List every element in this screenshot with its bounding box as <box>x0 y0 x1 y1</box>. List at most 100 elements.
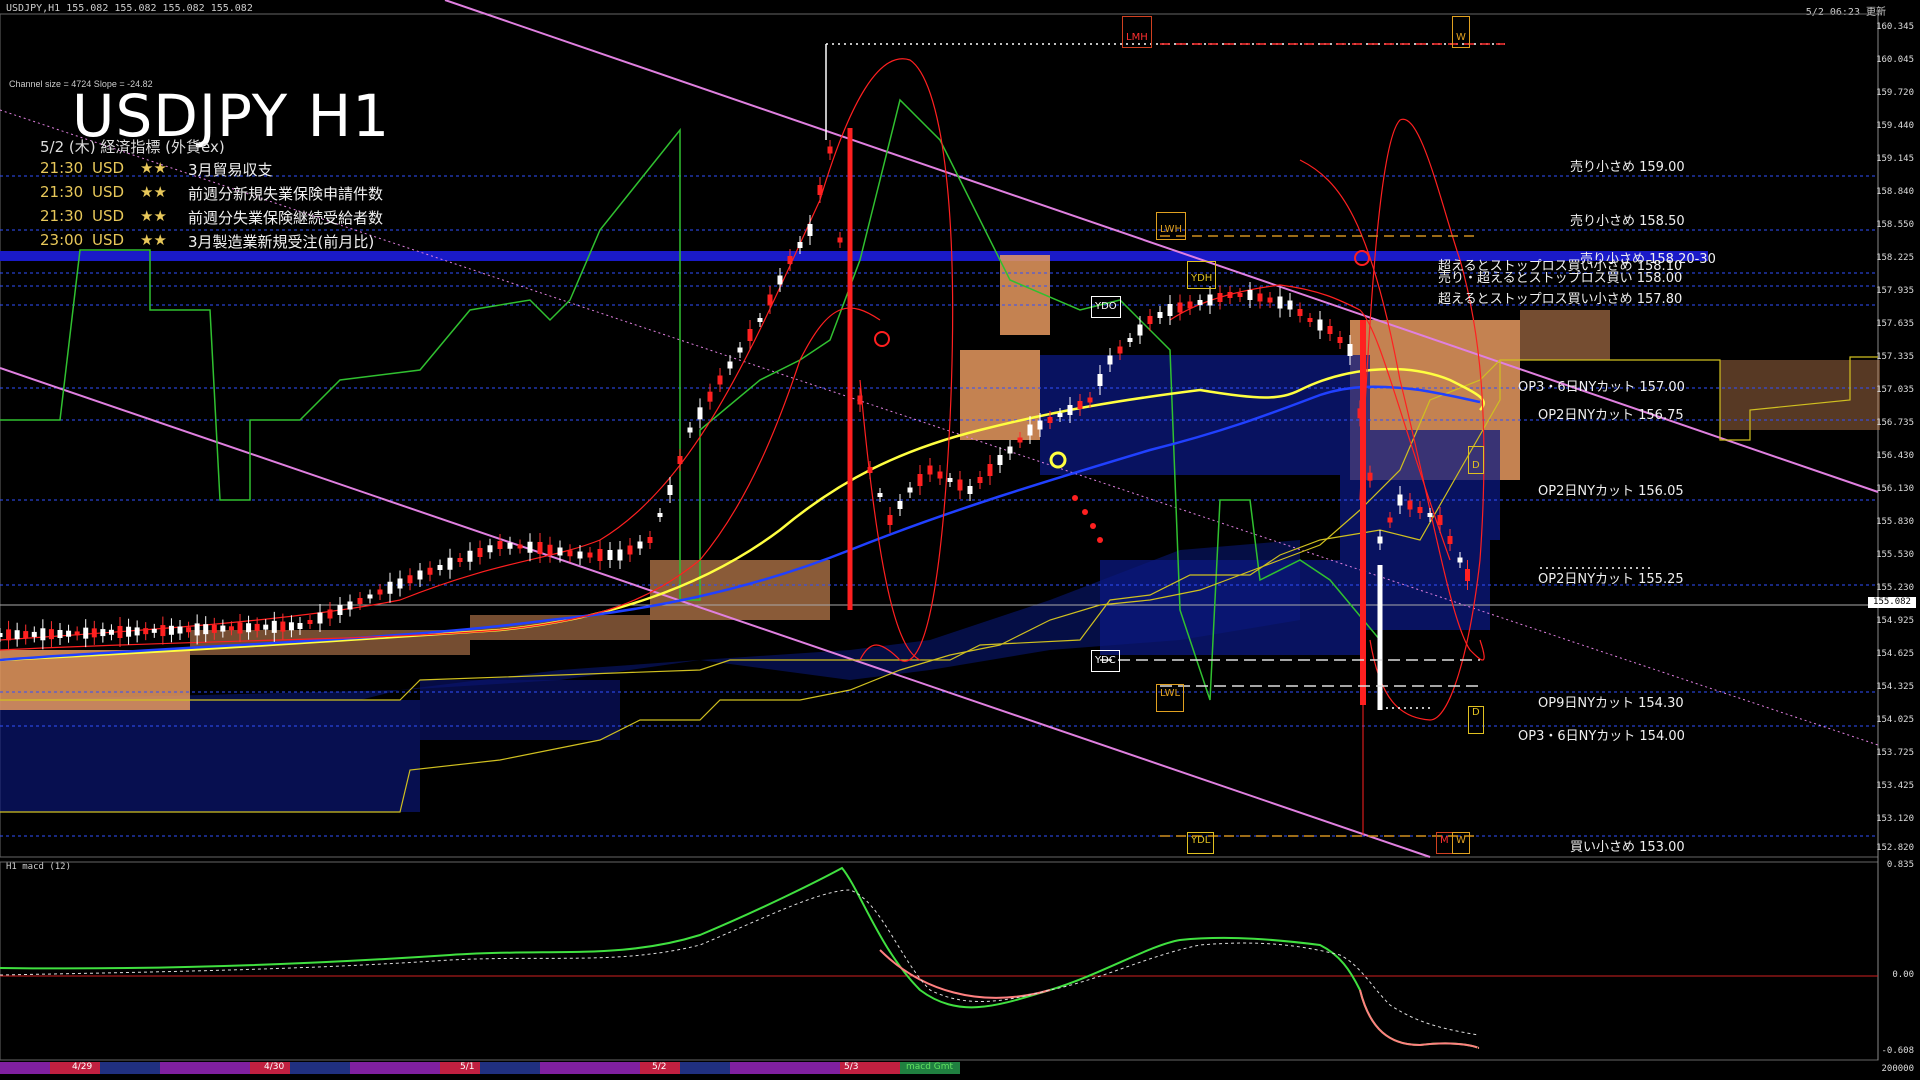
candle-body <box>927 465 933 475</box>
candle-body <box>83 627 89 639</box>
candle-body <box>1377 536 1383 544</box>
candle-body <box>527 541 533 553</box>
candle-body <box>168 625 174 635</box>
candle-body <box>134 627 140 636</box>
candle-body <box>327 609 333 619</box>
tag-ydl: YDL <box>1187 832 1215 854</box>
star-icon: ★★ <box>140 159 167 177</box>
candle-body <box>1137 324 1143 336</box>
candle-body <box>897 501 903 509</box>
level-label: 売り・超えるとストップロス買い 158.00 <box>1438 271 1683 286</box>
candle-body <box>857 395 863 405</box>
candle-body <box>186 627 192 633</box>
time-label: 4/30 <box>264 1062 285 1072</box>
candle-body <box>967 486 973 494</box>
candle-body <box>697 407 703 420</box>
candle-body <box>1017 437 1023 443</box>
candle-body <box>1277 296 1283 309</box>
candle-body <box>117 626 123 638</box>
candle-body <box>407 575 413 584</box>
candle-body <box>246 623 252 633</box>
candle-body <box>228 626 234 631</box>
candle-body <box>1157 312 1163 318</box>
event-row: 21:30 USD ★★ 前週分新規失業保険申請件数 <box>40 183 384 203</box>
candle-body <box>74 631 80 636</box>
candle-body <box>467 550 473 562</box>
candle-body <box>263 624 269 630</box>
candle-body <box>337 605 343 615</box>
current-price-badge: 155.082 <box>1868 597 1916 608</box>
candle-body <box>1397 494 1403 506</box>
candle-body <box>160 625 166 637</box>
candle-body <box>1127 338 1133 342</box>
candle-body <box>0 633 3 637</box>
candle-body <box>937 471 943 479</box>
candle-body <box>143 628 149 635</box>
candle-body <box>957 479 963 491</box>
candle-body <box>194 623 200 636</box>
sell-dots <box>1072 495 1103 543</box>
macd-axis-label: 0.835 <box>1886 860 1914 870</box>
event-row: 21:30 USD ★★ 前週分失業保険継続受給者数 <box>40 207 384 227</box>
candle-body <box>1287 300 1293 310</box>
candle-body <box>727 361 733 369</box>
candle-body <box>717 375 723 385</box>
candle-body <box>1237 293 1243 297</box>
candle-body <box>91 628 97 638</box>
candle-body <box>647 537 653 543</box>
candle-body <box>777 275 783 285</box>
tag-d-upper: D <box>1468 446 1484 474</box>
candle-body <box>271 620 277 633</box>
candle-body <box>1107 355 1113 365</box>
candle-body <box>1417 507 1423 513</box>
candle-body <box>1207 294 1213 306</box>
candle-body <box>220 625 226 632</box>
candle-body <box>947 478 953 482</box>
candle-body <box>817 185 823 195</box>
candle-body <box>607 550 613 560</box>
candle-body <box>547 544 553 555</box>
candle-body <box>1257 293 1263 302</box>
candle-body <box>597 549 603 561</box>
candle-body <box>807 224 813 236</box>
star-icon: ★★ <box>140 183 167 201</box>
candle-body <box>487 545 493 553</box>
candle-body <box>307 620 313 624</box>
candle-body <box>677 456 683 464</box>
candle-body <box>577 551 583 559</box>
candle-body <box>1167 304 1173 316</box>
candle-body <box>1047 417 1053 423</box>
candle-body <box>837 237 843 243</box>
candle-body <box>887 515 893 525</box>
candle-body <box>627 545 633 555</box>
level-label: OP2日NYカット 156.05 <box>1538 484 1684 499</box>
candle-body <box>1307 318 1313 322</box>
candle-body <box>23 631 29 639</box>
candle-body <box>1387 517 1393 523</box>
candle-body <box>657 513 663 517</box>
candle-body <box>100 629 106 637</box>
macd-signal <box>0 889 1479 1036</box>
candle-body <box>747 329 753 341</box>
candle-body <box>1447 536 1453 544</box>
level-label: OP3・6日NYカット 154.00 <box>1518 729 1685 744</box>
candle-body <box>108 629 114 635</box>
candle-body <box>447 557 453 570</box>
time-label: 4/29 <box>72 1062 93 1072</box>
candle-body <box>1465 569 1470 581</box>
level-label: 買い小さめ 153.00 <box>1570 840 1685 855</box>
star-icon: ★★ <box>140 207 167 225</box>
tag-w-lower: W <box>1452 832 1470 854</box>
candle-body <box>477 548 483 557</box>
level-label: OP2日NYカット 156.75 <box>1538 408 1684 423</box>
candle-body <box>387 581 393 594</box>
macd-axis-label: -0.608 <box>1881 1046 1914 1056</box>
candle-body <box>687 427 693 433</box>
event-row: 23:00 USD ★★ 3月製造業新規受注(前月比) <box>40 231 375 251</box>
event-row: 21:30 USD ★★ 3月貿易収支 <box>40 159 273 179</box>
candle-body <box>667 485 673 495</box>
candle-body <box>1057 413 1063 417</box>
candle-body <box>288 622 294 631</box>
candle-body <box>737 347 743 353</box>
candle-body <box>377 589 383 595</box>
